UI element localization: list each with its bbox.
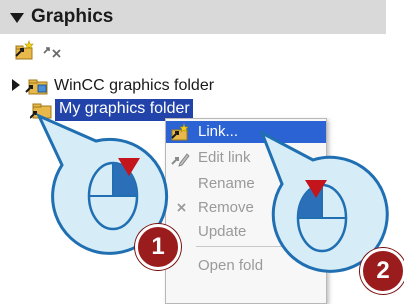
step-2-badge: 2 <box>360 248 404 294</box>
step-number: 2 <box>376 257 390 284</box>
left-click-callout <box>259 129 389 273</box>
step-number: 1 <box>151 233 165 260</box>
step-1-badge: 1 <box>135 224 181 270</box>
